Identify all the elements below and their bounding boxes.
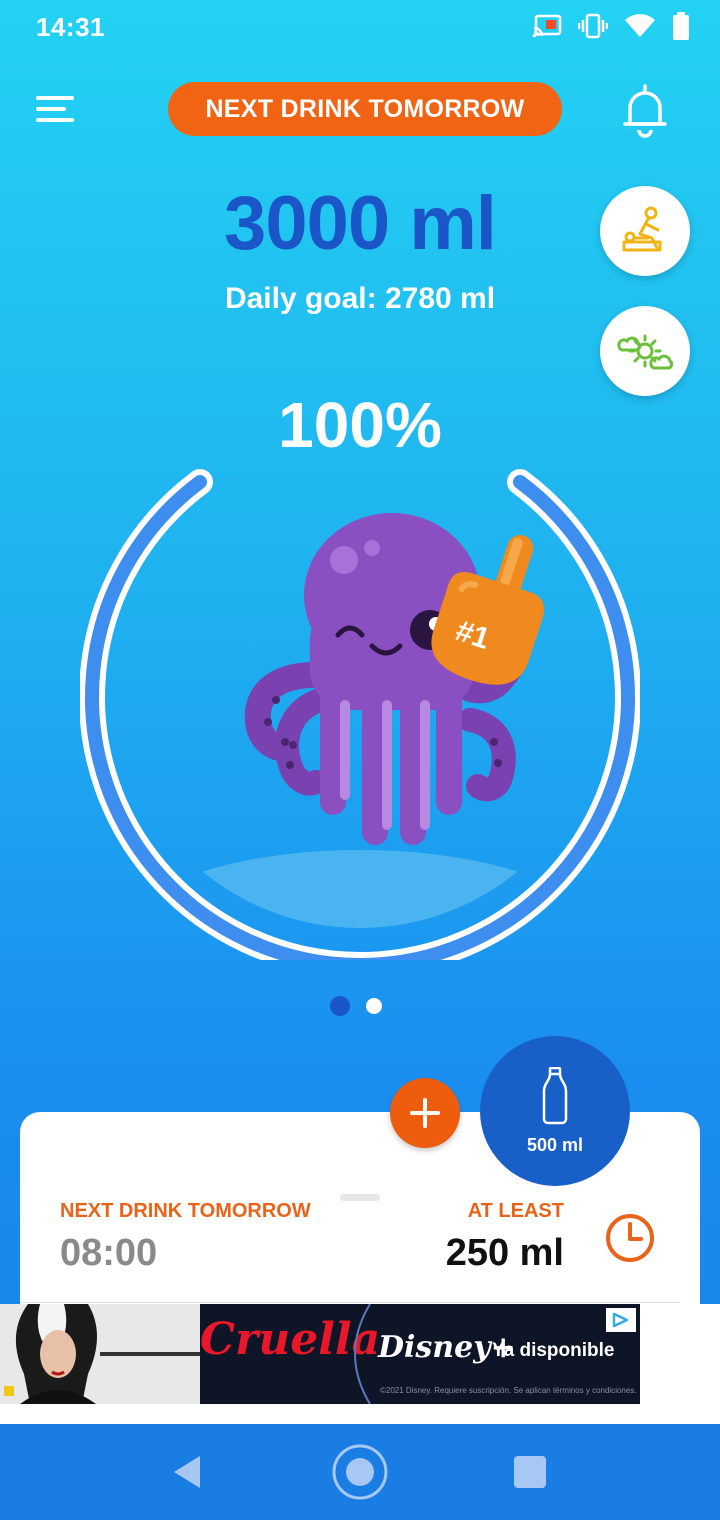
menu-icon [36, 96, 74, 122]
status-icons [532, 12, 690, 40]
page-dot-1[interactable] [330, 996, 350, 1016]
back-icon [174, 1456, 200, 1488]
ad-creative[interactable]: Cruella Disney+ Ya disponible ©2021 Disn… [0, 1304, 640, 1404]
cup-size-label: 500 ml [526, 1134, 584, 1155]
status-time: 14:31 [36, 12, 105, 42]
next-drink-banner[interactable]: NEXT DRINK TOMORROW [168, 82, 562, 136]
bottle-icon [542, 1066, 568, 1124]
page-indicator [330, 996, 382, 1016]
home-button[interactable] [330, 1442, 390, 1507]
wifi-icon [625, 14, 655, 38]
card-divider [20, 1302, 680, 1303]
plus-icon [410, 1098, 440, 1128]
cup-size-button[interactable]: 500 ml [480, 1036, 630, 1186]
home-icon [332, 1444, 388, 1500]
ad-fine-print: ©2021 Disney. Requiere suscripción. Se a… [380, 1386, 637, 1395]
page-dot-2[interactable] [366, 998, 382, 1014]
clock-icon [606, 1214, 654, 1262]
next-drink-label: NEXT DRINK TOMORROW [60, 1200, 311, 1222]
vibrate-icon [578, 13, 608, 39]
menu-button[interactable] [34, 92, 78, 128]
at-least-label: AT LEAST [467, 1200, 564, 1222]
weather-sun-cloud-icon [617, 334, 674, 370]
recents-button[interactable] [512, 1454, 548, 1495]
ad-character-image [0, 1304, 200, 1404]
cast-icon [532, 14, 562, 38]
status-bar: 14:31 [0, 0, 720, 56]
massage-activity-icon [622, 206, 662, 252]
add-drink-button[interactable] [390, 1078, 460, 1148]
schedule-button[interactable] [602, 1210, 658, 1266]
progress-ring: #1 [80, 469, 640, 960]
notifications-button[interactable] [620, 82, 670, 138]
weather-button[interactable] [600, 306, 690, 396]
system-navbar [0, 1424, 720, 1520]
bell-icon [623, 84, 667, 138]
activity-button[interactable] [600, 186, 690, 276]
ad-banner[interactable]: Cruella Disney+ Ya disponible ©2021 Disn… [0, 1304, 720, 1424]
progress-percent: 100% [278, 389, 442, 461]
battery-icon [673, 12, 689, 40]
next-drink-time: 08:00 [60, 1232, 158, 1274]
drag-handle[interactable] [340, 1194, 380, 1201]
ad-divider-arc [354, 1304, 371, 1404]
back-button[interactable] [168, 1452, 208, 1497]
ad-cta: Ya disponible [492, 1340, 615, 1361]
daily-goal: Daily goal: 2780 ml [224, 282, 496, 315]
at-least-value: 250 ml [445, 1232, 564, 1274]
ad-choices-icon[interactable] [606, 1308, 636, 1332]
recents-icon [514, 1456, 546, 1488]
